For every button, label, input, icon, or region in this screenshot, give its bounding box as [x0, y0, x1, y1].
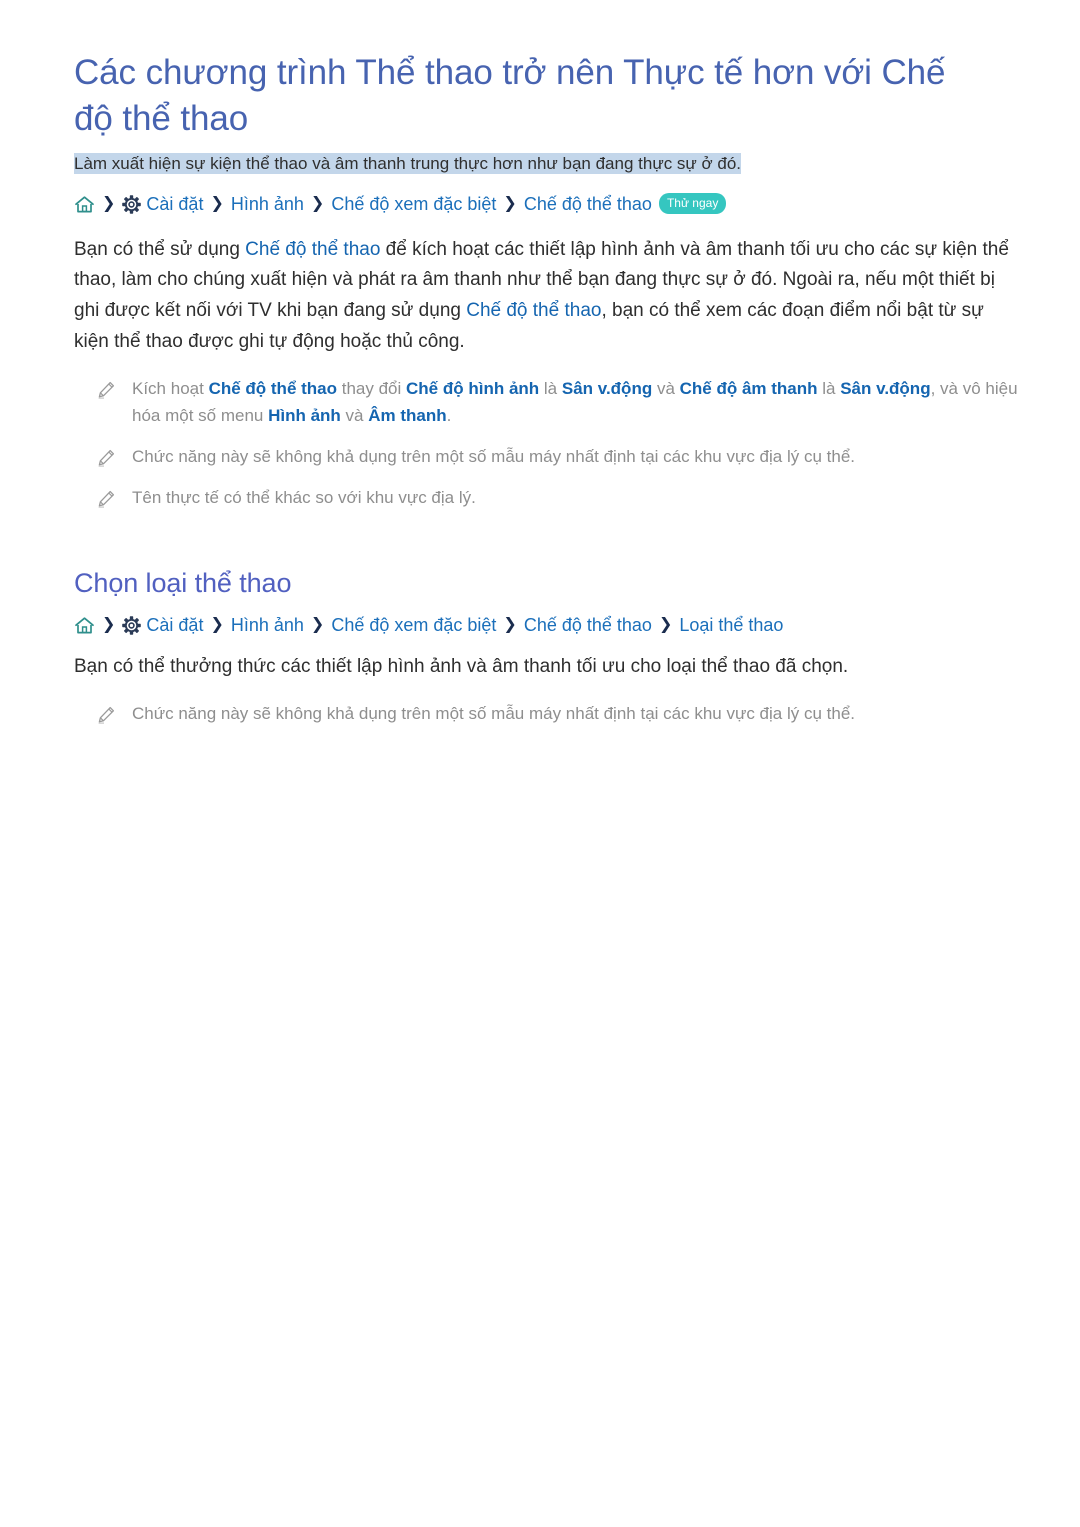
breadcrumb-item-1[interactable]: Cài đặt: [146, 615, 203, 637]
note-emphasis[interactable]: Sân v.động: [562, 379, 652, 398]
note-emphasis[interactable]: Chế độ thể thao: [209, 379, 337, 398]
breadcrumb-separator: ❯: [102, 616, 116, 634]
note-text-segment: Kích hoạt: [132, 379, 209, 399]
body-paragraph-2: Bạn có thể thưởng thức các thiết lập hìn…: [74, 656, 849, 678]
document-page: Các chương trình Thể thao trở nên Thực t…: [0, 0, 1080, 728]
breadcrumb-separator: ❯: [210, 616, 224, 634]
note-text-segment: là: [539, 379, 562, 399]
breadcrumb-separator: ❯: [210, 195, 224, 213]
note-emphasis[interactable]: Chế độ âm thanh: [680, 379, 818, 398]
breadcrumb-item-4[interactable]: Chế độ thể thao: [524, 194, 652, 216]
breadcrumb-item-4[interactable]: Chế độ thể thao: [524, 615, 652, 637]
note-text-segment: Chức năng này sẽ không khả dụng trên một…: [132, 447, 855, 467]
note-text-segment: .: [446, 406, 452, 426]
home-icon[interactable]: [74, 616, 95, 635]
breadcrumb-item-1[interactable]: Cài đặt: [146, 194, 203, 216]
note-text: Chức năng này sẽ không khả dụng trên một…: [132, 444, 855, 471]
try-now-badge[interactable]: Thử ngay: [658, 193, 727, 215]
subtitle-row: Làm xuất hiện sự kiện thể thao và âm tha…: [74, 150, 1018, 178]
breadcrumb-item-3[interactable]: Chế độ xem đặc biệt: [331, 615, 496, 637]
notes-list: Kích hoạt Chế độ thể thao thay đổi Chế đ…: [74, 376, 1018, 511]
breadcrumb-separator: ❯: [310, 195, 325, 213]
note-emphasis[interactable]: Âm thanh: [368, 406, 446, 425]
note-text-segment: và: [652, 379, 680, 399]
page-title: Các chương trình Thể thao trở nên Thực t…: [74, 53, 946, 139]
note-text-segment: thay đổi: [337, 379, 407, 399]
pencil-icon: [96, 380, 118, 400]
breadcrumb-separator: ❯: [310, 616, 325, 634]
pencil-icon: [96, 380, 118, 400]
pencil-icon: [96, 489, 118, 509]
note-text-segment: là: [817, 379, 841, 399]
gear-icon[interactable]: [122, 616, 142, 635]
section-heading-choose-sport: Chọn loại thể thao: [74, 567, 292, 598]
note-text: Tên thực tế có thể khác so với khu vực đ…: [132, 485, 476, 512]
note-emphasis[interactable]: Hình ảnh: [268, 406, 341, 425]
note-item: Kích hoạt Chế độ thể thao thay đổi Chế đ…: [74, 376, 1018, 430]
document-subtitle: Làm xuất hiện sự kiện thể thao và âm tha…: [74, 153, 742, 175]
breadcrumb[interactable]: ❯ Cài đặt ❯ Hình ảnh ❯ Chế độ xem đặc biệt ❯ Ch…: [74, 193, 1018, 216]
breadcrumb-separator: ❯: [658, 616, 673, 634]
pencil-icon: [96, 448, 118, 468]
note-item: Tên thực tế có thể khác so với khu vực đ…: [74, 485, 1018, 512]
breadcrumb-item-2[interactable]: Hình ảnh: [231, 194, 304, 216]
inline-link-sport-mode[interactable]: Chế độ thể thao: [466, 300, 601, 321]
note-item: Chức năng này sẽ không khả dụng trên một…: [74, 701, 1018, 728]
notes-list-section-2: Chức năng này sẽ không khả dụng trên một…: [74, 701, 1018, 728]
note-emphasis[interactable]: Sân v.động: [840, 379, 930, 398]
breadcrumb-section-2[interactable]: ❯ Cài đặt ❯ Hình ảnh ❯ Chế độ xem đặc biệt ❯ Ch…: [74, 615, 1018, 637]
breadcrumb-item-3[interactable]: Chế độ xem đặc biệt: [331, 194, 496, 216]
pencil-icon: [96, 489, 118, 509]
note-text: Kích hoạt Chế độ thể thao thay đổi Chế đ…: [132, 376, 1018, 430]
note-text-segment: Tên thực tế có thể khác so với khu vực đ…: [132, 487, 476, 507]
note-text: Chức năng này sẽ không khả dụng trên một…: [132, 701, 855, 728]
pencil-icon: [96, 448, 118, 468]
home-icon[interactable]: [74, 195, 95, 214]
pencil-icon: [96, 705, 118, 725]
paragraph-text: Bạn có thể sử dụng: [74, 238, 246, 260]
breadcrumb-item-2[interactable]: Hình ảnh: [231, 615, 304, 637]
body-paragraph-1: Bạn có thể sử dụng Chế độ thể thao để kí…: [74, 235, 1018, 359]
note-emphasis[interactable]: Chế độ hình ảnh: [406, 379, 539, 398]
breadcrumb-item-5[interactable]: Loại thể thao: [679, 615, 783, 637]
inline-link-sport-mode[interactable]: Chế độ thể thao: [245, 239, 380, 260]
note-text-segment: Chức năng này sẽ không khả dụng trên một…: [132, 704, 855, 724]
breadcrumb-separator: ❯: [503, 616, 517, 634]
note-item: Chức năng này sẽ không khả dụng trên một…: [74, 444, 1018, 471]
breadcrumb-separator: ❯: [503, 195, 517, 213]
note-text-segment: và: [340, 406, 369, 426]
pencil-icon: [96, 705, 118, 725]
breadcrumb-separator: ❯: [102, 195, 116, 213]
gear-icon[interactable]: [122, 195, 142, 214]
